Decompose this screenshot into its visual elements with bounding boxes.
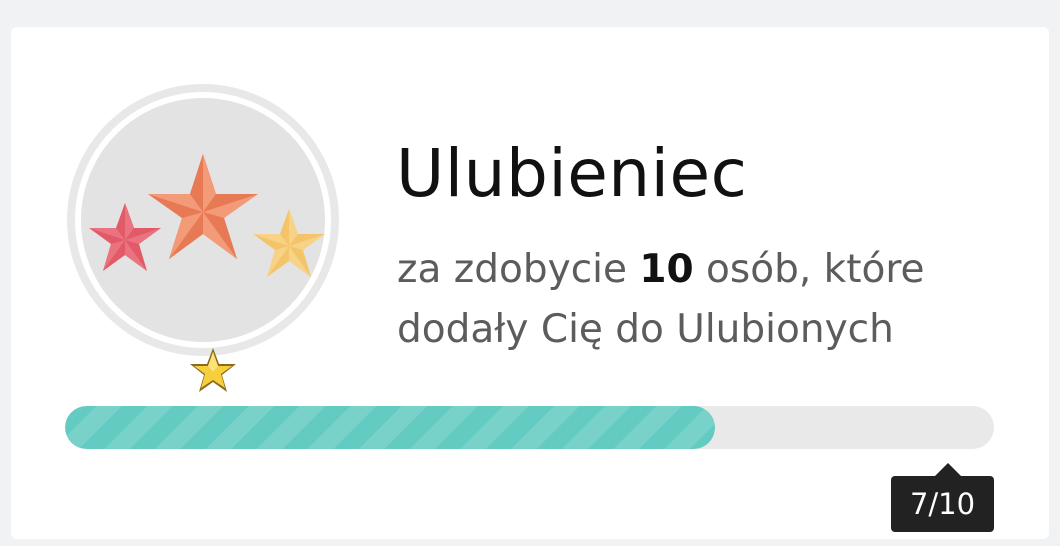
achievement-title: Ulubieniec xyxy=(396,135,748,212)
three-stars-badge-icon xyxy=(67,84,339,392)
progress-bar-fill xyxy=(65,406,716,449)
achievement-badge xyxy=(65,82,341,392)
progress-bar xyxy=(65,406,994,449)
description-prefix: za zdobycie xyxy=(397,247,640,292)
achievement-description: za zdobycie 10 osób, które dodały Cię do… xyxy=(397,240,1017,360)
progress-tooltip: 7/10 xyxy=(891,463,994,532)
achievement-card: Ulubieniec za zdobycie 10 osób, które do… xyxy=(11,27,1049,539)
description-count: 10 xyxy=(639,247,694,292)
